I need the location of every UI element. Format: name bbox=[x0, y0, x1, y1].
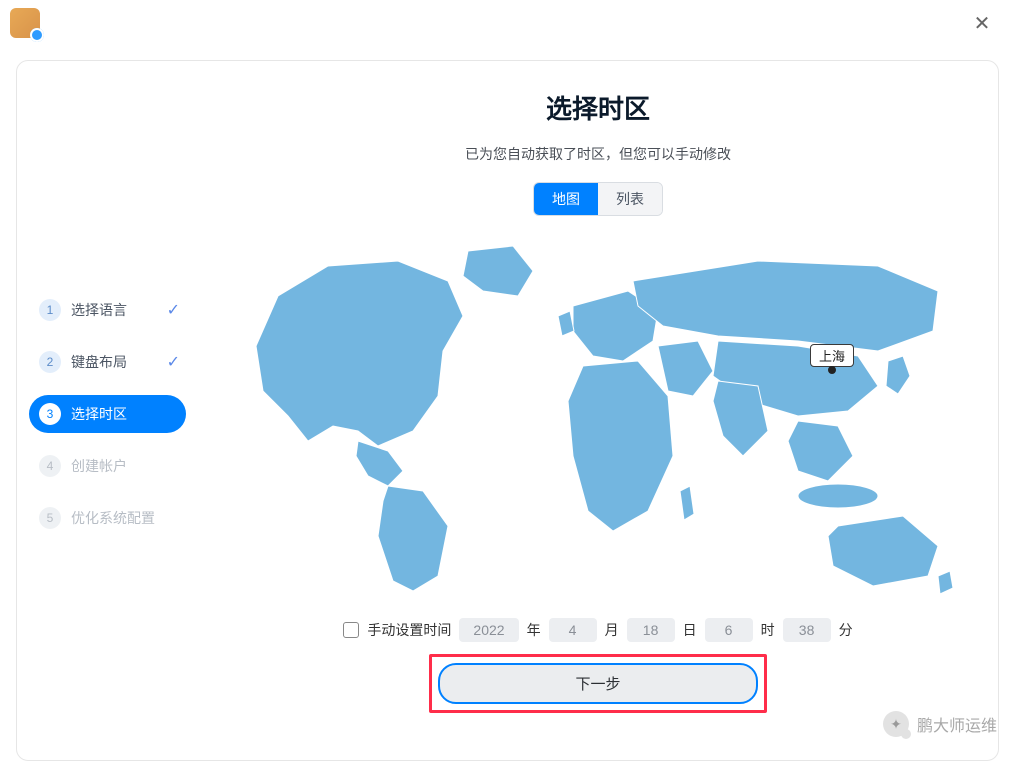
map-marker-icon bbox=[828, 366, 836, 374]
step-number: 4 bbox=[39, 455, 61, 477]
step-number: 5 bbox=[39, 507, 61, 529]
next-button[interactable]: 下一步 bbox=[438, 663, 758, 704]
year-input[interactable]: 2022 bbox=[459, 618, 518, 642]
step-label: 选择语言 bbox=[71, 300, 127, 320]
step-number: 3 bbox=[39, 403, 61, 425]
map-svg bbox=[238, 236, 958, 596]
view-tabs: 地图 列表 bbox=[533, 182, 663, 216]
step-label: 优化系统配置 bbox=[71, 508, 155, 528]
step-label: 选择时区 bbox=[71, 404, 127, 424]
step-optimize-system[interactable]: 5 优化系统配置 bbox=[29, 499, 186, 537]
year-unit: 年 bbox=[527, 620, 541, 640]
close-icon: ✕ bbox=[974, 11, 991, 36]
day-input[interactable]: 18 bbox=[627, 618, 675, 642]
tab-list[interactable]: 列表 bbox=[598, 183, 662, 215]
watermark-text: 鹏大师运维 bbox=[917, 712, 997, 736]
manual-time-checkbox[interactable] bbox=[343, 622, 359, 638]
step-label: 键盘布局 bbox=[71, 352, 127, 372]
step-keyboard-layout[interactable]: 2 键盘布局 ✓ bbox=[29, 343, 186, 381]
tab-map[interactable]: 地图 bbox=[534, 183, 598, 215]
step-select-language[interactable]: 1 选择语言 ✓ bbox=[29, 291, 186, 329]
minute-input[interactable]: 38 bbox=[783, 618, 831, 642]
app-icon bbox=[10, 8, 40, 38]
page-title: 选择时区 bbox=[546, 89, 650, 126]
hour-unit: 时 bbox=[761, 620, 775, 640]
step-number: 2 bbox=[39, 351, 61, 373]
main-content: 选择时区 已为您自动获取了时区，但您可以手动修改 地图 列表 bbox=[198, 61, 998, 760]
page-subtitle: 已为您自动获取了时区，但您可以手动修改 bbox=[465, 144, 731, 164]
check-icon: ✓ bbox=[167, 300, 180, 320]
close-button[interactable]: ✕ bbox=[967, 8, 997, 38]
titlebar: ✕ bbox=[0, 0, 1015, 46]
day-unit: 日 bbox=[683, 620, 697, 640]
next-highlight-box: 下一步 bbox=[429, 654, 767, 713]
sidebar: 1 选择语言 ✓ 2 键盘布局 ✓ 3 选择时区 4 创建帐户 5 优化系统配置 bbox=[17, 61, 198, 760]
timezone-chip[interactable]: 上海 bbox=[810, 344, 854, 367]
hour-input[interactable]: 6 bbox=[705, 618, 753, 642]
manual-time-label: 手动设置时间 bbox=[367, 620, 451, 640]
watermark: ✦ 鹏大师运维 bbox=[883, 711, 997, 737]
step-label: 创建帐户 bbox=[71, 456, 127, 476]
month-input[interactable]: 4 bbox=[549, 618, 597, 642]
world-map[interactable]: 上海 bbox=[238, 236, 958, 596]
step-number: 1 bbox=[39, 299, 61, 321]
manual-time-row: 手动设置时间 2022 年 4 月 18 日 6 时 38 分 bbox=[343, 618, 852, 642]
month-unit: 月 bbox=[605, 620, 619, 640]
installer-panel: 1 选择语言 ✓ 2 键盘布局 ✓ 3 选择时区 4 创建帐户 5 优化系统配置… bbox=[16, 60, 999, 761]
wechat-icon: ✦ bbox=[883, 711, 909, 737]
check-icon: ✓ bbox=[167, 352, 180, 372]
minute-unit: 分 bbox=[839, 620, 853, 640]
step-create-account[interactable]: 4 创建帐户 bbox=[29, 447, 186, 485]
step-select-timezone[interactable]: 3 选择时区 bbox=[29, 395, 186, 433]
